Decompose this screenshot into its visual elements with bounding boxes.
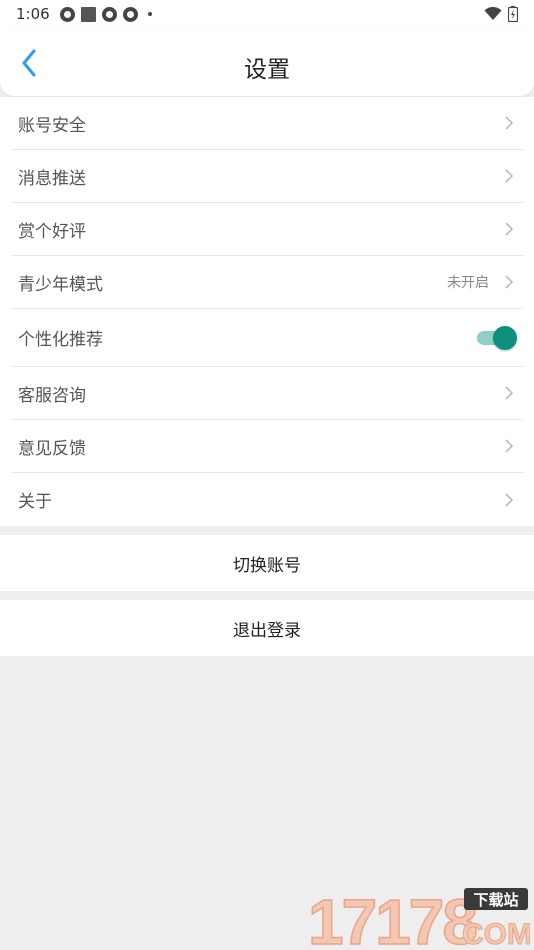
- top-app-bar: 设置: [0, 28, 534, 96]
- settings-item-label: 消息推送: [18, 168, 86, 189]
- status-bar: 1:06: [0, 0, 534, 28]
- wifi-icon: [484, 7, 502, 20]
- watermark-domain: COM: [462, 918, 530, 948]
- settings-item-push-notifications[interactable]: 消息推送: [11, 150, 523, 203]
- battery-icon: [508, 6, 518, 22]
- switch-account-button[interactable]: 切换账号: [0, 535, 534, 591]
- chevron-right-icon: [503, 274, 515, 290]
- teen-mode-status: 未开启: [447, 275, 489, 291]
- settings-list: 账号安全 消息推送 赏个好评 青少年模式 未开启 个性化推荐 客服咨询 意见反馈…: [0, 97, 534, 526]
- chevron-right-icon: [503, 115, 515, 131]
- chevron-right-icon: [503, 168, 515, 184]
- settings-item-label: 关于: [18, 492, 52, 512]
- settings-item-label: 客服咨询: [18, 385, 86, 406]
- settings-item-rate-app[interactable]: 赏个好评: [11, 203, 523, 256]
- settings-item-personalized-recommendation: 个性化推荐: [11, 309, 523, 367]
- app-notification-icon: [59, 6, 75, 22]
- app-notification-icon: [122, 6, 138, 22]
- toggle-thumb: [493, 325, 517, 350]
- system-icons: [484, 6, 518, 22]
- watermark-tag: 下载站: [473, 891, 518, 909]
- settings-item-account-security[interactable]: 账号安全: [11, 97, 523, 150]
- site-watermark-logo: 17178 下载站 COM: [307, 886, 530, 948]
- settings-item-feedback[interactable]: 意见反馈: [11, 420, 523, 473]
- watermark-number: 17178: [308, 886, 476, 948]
- more-notifications-icon: [147, 12, 152, 16]
- settings-item-label: 意见反馈: [18, 438, 86, 459]
- notification-icons: [59, 6, 152, 22]
- settings-item-label: 账号安全: [18, 115, 86, 136]
- chevron-right-icon: [503, 438, 515, 454]
- settings-item-label: 青少年模式: [18, 274, 103, 295]
- page-title: 设置: [244, 57, 290, 83]
- logout-button[interactable]: 退出登录: [0, 600, 534, 656]
- settings-item-customer-service[interactable]: 客服咨询: [11, 367, 523, 420]
- square-notification-icon: [80, 6, 96, 22]
- app-notification-icon: [101, 6, 117, 22]
- chevron-right-icon: [503, 385, 515, 401]
- settings-item-label: 个性化推荐: [18, 330, 103, 350]
- status-time: 1:06: [16, 5, 50, 23]
- settings-item-label: 赏个好评: [18, 221, 86, 242]
- settings-item-teen-mode[interactable]: 青少年模式 未开启: [11, 256, 523, 309]
- personalized-recommendation-toggle[interactable]: [477, 325, 517, 350]
- chevron-right-icon: [503, 492, 515, 508]
- chevron-right-icon: [503, 221, 515, 237]
- settings-item-about[interactable]: 关于: [11, 473, 523, 526]
